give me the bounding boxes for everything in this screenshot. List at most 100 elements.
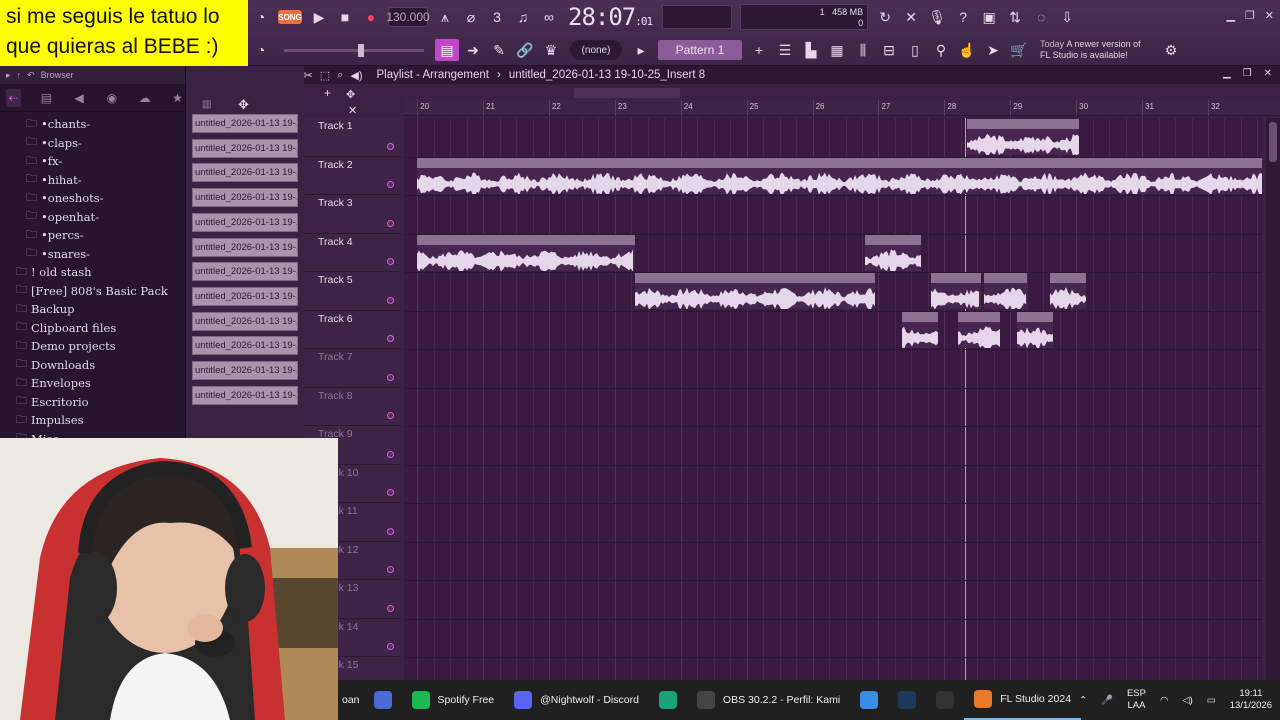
clip-source-item[interactable]: untitled_2026-01-13 19-... (192, 114, 298, 133)
track-mute-led[interactable] (387, 604, 394, 612)
track-header[interactable]: Track 2 (304, 157, 400, 195)
taskbar-app[interactable]: FL Studio 2024 (964, 680, 1082, 720)
browser-back-icon[interactable]: ↶ (27, 70, 35, 81)
track-mute-led[interactable] (387, 258, 394, 265)
save-icon[interactable]: ▣ (977, 6, 1001, 28)
cloud-icon[interactable]: ☁ (137, 89, 152, 107)
audio-clip[interactable]: untitl...ert 8 (865, 234, 922, 271)
clip-snap-icon[interactable]: ✥ (238, 97, 249, 113)
track-mute-led[interactable] (387, 296, 394, 304)
arrangement-grid[interactable]: untitled_2026...-39_Insert 8 FREE_-Nemzzz… (404, 118, 1262, 680)
plugin-icon[interactable]: ⚲ (929, 39, 953, 61)
channel-rack-icon[interactable]: ▦ (825, 39, 849, 61)
close-x-icon[interactable]: ✕ (348, 104, 357, 117)
audio-clip[interactable]: untitled_2026-01-13 18-58-25_Insert 8 (634, 273, 876, 309)
audio-clip[interactable]: unti...t 8 (983, 273, 1027, 309)
language-indicator[interactable]: ESP LAA (1127, 688, 1146, 712)
timeline-ruler[interactable]: 20 21 22 23 24 25 26 27 28 29 30 31 32 (404, 100, 1280, 116)
audio-clip[interactable]: un...8 (1016, 311, 1054, 348)
audio-clip[interactable]: untitled_2026-01-13 18-57-21_Insert 8 (417, 234, 635, 271)
song-time-display[interactable]: 28:07:01 (568, 3, 653, 31)
settings-icon[interactable]: ⚙ (1159, 39, 1183, 61)
add-pattern-icon[interactable]: + (747, 39, 771, 61)
track-mute-led[interactable] (387, 412, 394, 419)
clip-source-item[interactable]: untitled_2026-01-13 19-... (192, 361, 298, 380)
playlist-close-icon[interactable]: ✕ (1264, 68, 1272, 79)
step-edit-icon[interactable]: ♫ (511, 6, 535, 28)
download-icon[interactable]: ⇩ (1055, 6, 1079, 28)
clip-source-item[interactable]: untitled_2026-01-13 19-... (192, 262, 298, 282)
track-mute-led[interactable] (387, 566, 394, 573)
clock[interactable]: 19:11 13/1/2026 (1230, 688, 1272, 712)
restore-icon[interactable]: ❐ (1245, 9, 1255, 22)
add-track-icon[interactable]: + (324, 86, 331, 100)
browser-item[interactable]: 🗀 Envelopes (0, 374, 185, 393)
snap-select[interactable]: (none) (570, 40, 622, 60)
microphone-icon[interactable]: 🎙 (925, 6, 949, 28)
track-mute-led[interactable] (387, 373, 394, 381)
taskbar-app[interactable]: Spotify Free (402, 680, 505, 720)
send-icon[interactable]: ➤ (981, 39, 1005, 61)
track-mute-led[interactable] (387, 450, 394, 458)
tray-chevron-icon[interactable]: ⌃ (1079, 695, 1087, 706)
pencil-icon[interactable]: ✎ (487, 39, 511, 61)
clip-source-item[interactable]: untitled_2026-01-13 19-... (192, 385, 298, 405)
minimize-icon[interactable]: ▁ (1226, 9, 1234, 22)
stamp-icon[interactable]: ♛ (539, 39, 563, 61)
track-header[interactable]: Track 5 (304, 272, 400, 311)
track-mute-led[interactable] (387, 142, 394, 150)
main-volume-knob-icon[interactable]: ◔ (249, 6, 273, 28)
track-mute-led[interactable] (387, 643, 394, 650)
volume-icon[interactable]: ◁) (1182, 695, 1192, 706)
chat-icon[interactable]: ◌ (1029, 6, 1053, 28)
clip-source-item[interactable]: untitled_2026-01-13 19-... (192, 336, 298, 356)
browser-item[interactable]: 🗀 Clipboard files (0, 319, 185, 338)
microphone-tray-icon[interactable]: 🎤 (1101, 695, 1113, 706)
record-icon[interactable]: ● (359, 6, 383, 28)
clip-source-item[interactable]: untitled_2026-01-13 19-... (192, 237, 298, 257)
clip-source-item[interactable]: untitled_2026-01-13 19-... (192, 138, 298, 158)
horizontal-scrollbar[interactable] (574, 88, 680, 98)
vertical-scrollbar[interactable] (1266, 118, 1280, 680)
browser-item[interactable]: 🗀 • fx- (0, 152, 185, 171)
wifi-icon[interactable]: ◠ (1160, 695, 1168, 706)
stop-icon[interactable]: ■ (333, 6, 357, 28)
track-header[interactable]: Track 8 (304, 388, 400, 426)
clip-source-item[interactable]: untitled_2026-01-13 19-... (192, 188, 298, 208)
browser-item[interactable]: 🗀 • snares- (0, 245, 185, 264)
snap-arrows-icon[interactable]: ✥ (346, 88, 355, 101)
pattern-selector[interactable]: Pattern 1 (658, 40, 742, 60)
track-mute-led[interactable] (387, 489, 394, 496)
taskbar-app[interactable]: @Nightwolf - Discord (504, 680, 649, 720)
audio-clip[interactable]: untitled_2026...-39_Insert 8 (967, 119, 1080, 155)
plugin-database-icon[interactable]: ◀ (72, 89, 87, 107)
playlist-minimize-icon[interactable]: ▁ (1223, 68, 1231, 79)
taskbar-app[interactable] (888, 680, 926, 720)
tempo-display[interactable]: 130.000 (386, 7, 430, 27)
tools-icon[interactable]: ✕ (899, 6, 923, 28)
browser-item[interactable]: 🗀 Escritorio (0, 393, 185, 412)
browser-item[interactable]: 🗀 [Free] 808's Basic Pack (0, 282, 185, 301)
browser-item[interactable]: 🗀 • claps- (0, 134, 185, 153)
audio-clip[interactable]: unt...8 (901, 311, 938, 348)
clip-pattern-icon[interactable]: ▥ (202, 99, 211, 110)
sound-icon[interactable]: ◉ (104, 89, 119, 107)
clip-source-item[interactable]: untitled_2026-01-13 19-... (192, 286, 298, 306)
browser-item[interactable]: 🗀 • oneshots- (0, 189, 185, 208)
loop-record-icon[interactable]: ∞ (537, 6, 561, 28)
audio-clip[interactable]: unti...t 8 (931, 273, 981, 309)
playlist-mode-icon[interactable]: ▤ (435, 39, 459, 61)
track-header[interactable]: Track 7 (304, 349, 400, 388)
zoom-tool-icon[interactable]: ⌕ (337, 69, 343, 82)
browser-item[interactable]: 🗀 Impulses (0, 411, 185, 430)
track-header[interactable]: Track 1 (304, 118, 400, 157)
clip-source-item[interactable]: untitled_2026-01-13 19-... (192, 311, 298, 331)
browser-item[interactable]: 🗀 Demo projects (0, 337, 185, 356)
playlist-icon[interactable]: ☰ (773, 39, 797, 61)
metronome-icon[interactable]: ⩚ (433, 6, 457, 28)
browser-item[interactable]: 🗀 • hihat- (0, 171, 185, 190)
help-icon[interactable]: ? (951, 6, 975, 28)
mixer-icon[interactable]: ⇅ (1003, 6, 1027, 28)
vertical-scroll-thumb[interactable] (1269, 122, 1277, 162)
piano-roll-icon[interactable]: ▙ (799, 39, 823, 61)
